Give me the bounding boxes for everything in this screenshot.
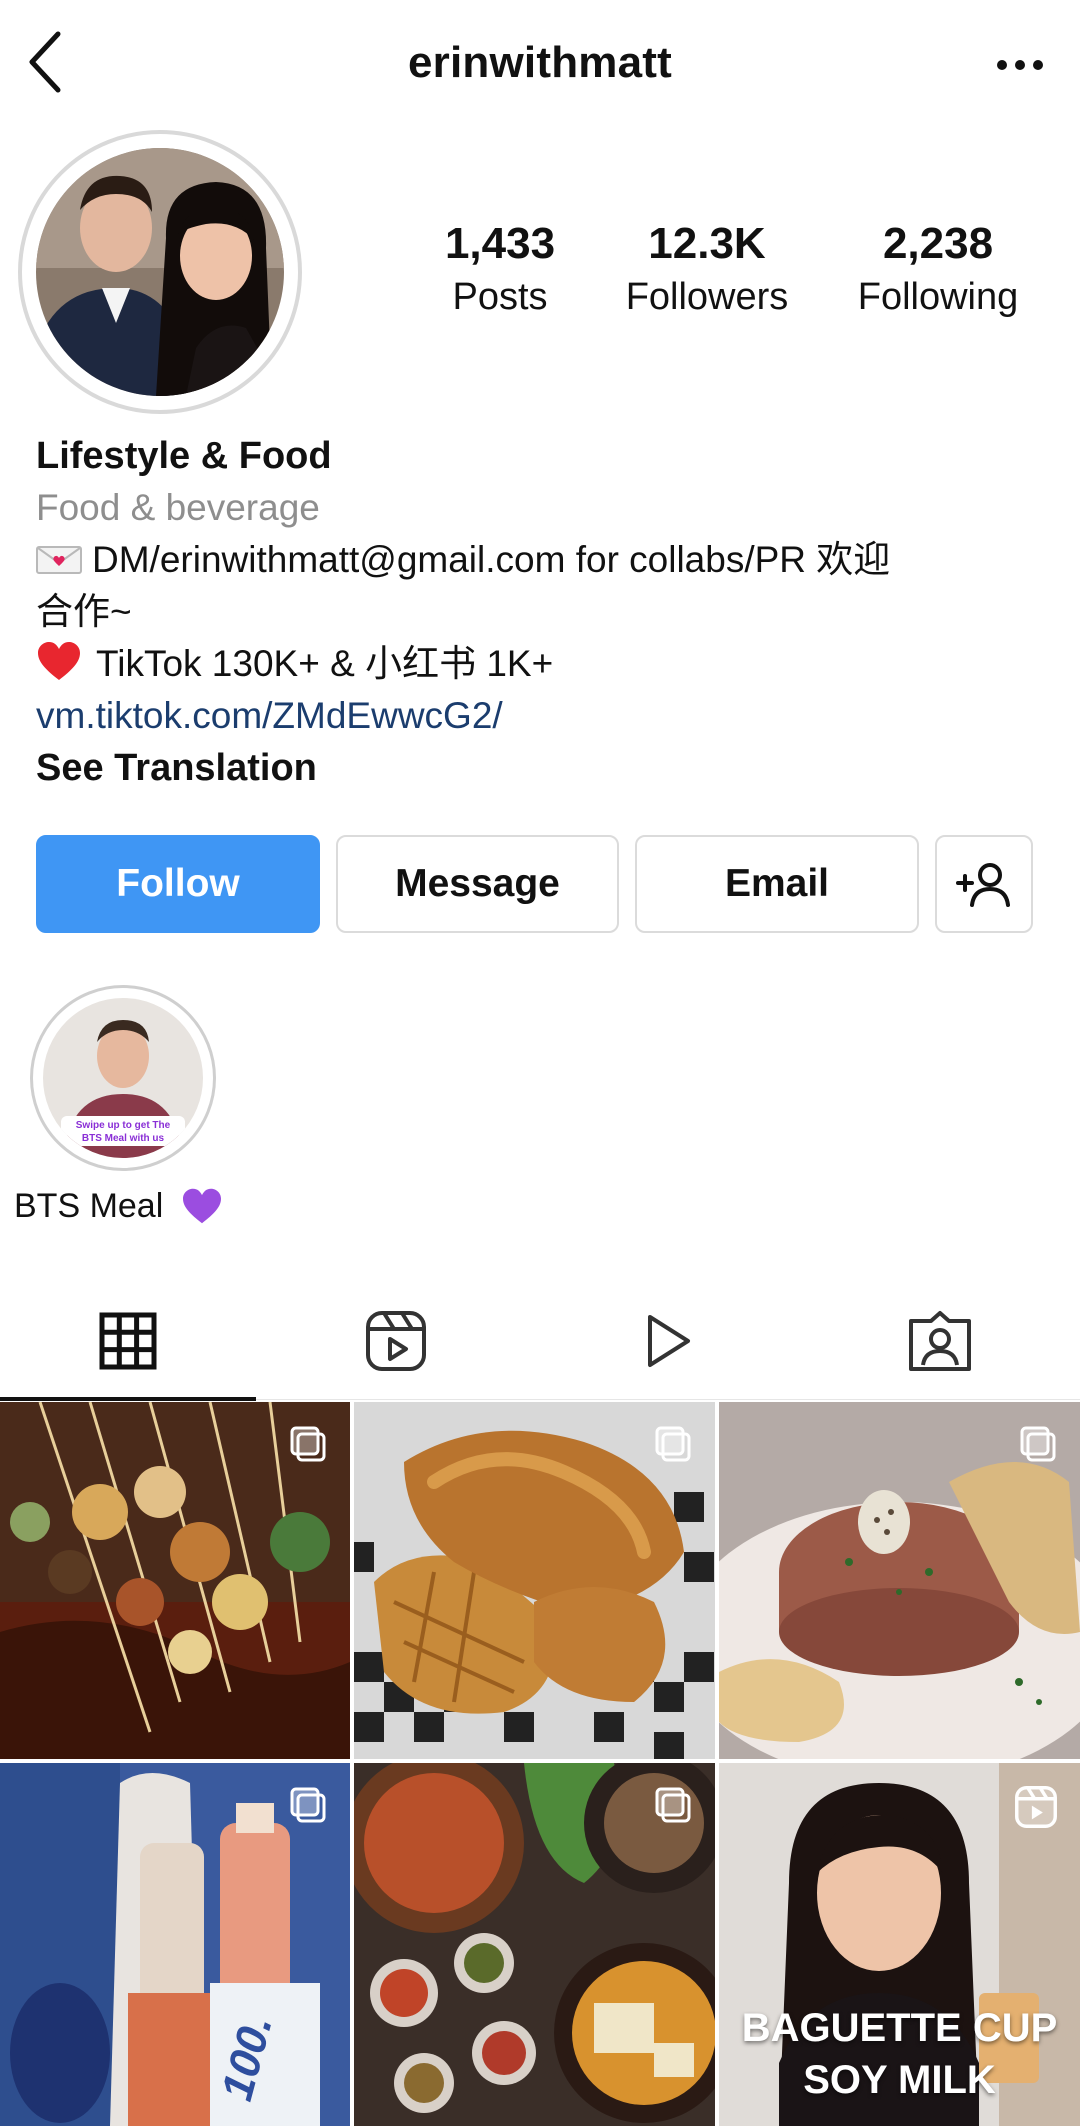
highlight-label: BTS Meal [14,1181,223,1231]
post-tile[interactable]: 100. [0,1763,350,2126]
see-translation-link[interactable]: See Translation [36,742,1046,794]
top-nav-bar: erinwithmatt [0,0,1080,130]
profile-action-buttons: Follow Message Email [36,835,1036,933]
message-button[interactable]: Message [336,835,619,933]
post-tile[interactable] [354,1763,715,2126]
bio-line-contact: DM/erinwithmatt@gmail.com for collabs/PR… [36,534,1046,586]
profile-display-name: Lifestyle & Food [36,435,332,477]
highlight-ring: Swipe up to get The BTS Meal with us [30,985,216,1171]
post-tile[interactable] [0,1402,350,1759]
tab-posts-grid[interactable] [0,1282,256,1401]
following-count: 2,238 [882,219,994,268]
bio-contact-text: DM/erinwithmatt@gmail.com for collabs/PR… [92,539,891,580]
following-label: Following [857,276,1019,318]
profile-content-tabs [0,1282,1080,1401]
more-options-button[interactable] [990,50,1050,80]
bio-line-contact-cont: 合作~ [36,591,132,632]
red-heart-icon [38,642,80,680]
tab-reels[interactable] [268,1282,524,1400]
followers-label: Followers [625,276,789,318]
followers-count: 12.3K [648,219,766,268]
highlight-label-text: BTS Meal [14,1187,164,1225]
highlight-cover: Swipe up to get The BTS Meal with us [43,998,203,1158]
multiple-photos-icon [655,1426,691,1462]
active-tab-indicator [0,1397,256,1401]
posts-stat[interactable]: 1,433 Posts [400,218,600,322]
followers-stat[interactable]: 12.3K Followers [607,218,807,322]
posts-count: 1,433 [444,219,556,268]
posts-grid: 100. BAGUETTE CUP SOY MILK [0,1402,1080,2126]
grid-icon [99,1312,157,1370]
multiple-photos-icon [655,1787,691,1823]
multiple-photos-icon [290,1426,326,1462]
reel-caption-line1: BAGUETTE CUP [741,2006,1058,2050]
profile-category: Food & beverage [36,487,320,528]
profile-bio: Lifestyle & Food Food & beverage DM/erin… [36,430,1046,794]
profile-username-title: erinwithmatt [408,38,672,87]
profile-avatar-ring[interactable] [18,130,302,414]
reels-badge-icon [1015,1786,1057,1828]
post-tile-reel[interactable]: BAGUETTE CUP SOY MILK [719,1763,1080,2126]
bio-link[interactable]: vm.tiktok.com/ZMdEwwcG2/ [36,690,1046,742]
post-tile[interactable] [354,1402,715,1759]
bio-line-social: TikTok 130K+ & 小红书 1K+ [36,638,1046,690]
following-stat[interactable]: 2,238 Following [838,218,1038,322]
multiple-photos-icon [1020,1426,1056,1462]
add-person-icon [956,863,1010,907]
tagged-icon [909,1311,971,1371]
profile-avatar [36,148,284,396]
post-tile[interactable] [719,1402,1080,1759]
tab-videos[interactable] [538,1282,794,1400]
more-horizontal-icon [997,60,1043,70]
bio-social-text: TikTok 130K+ & 小红书 1K+ [96,643,554,684]
profile-stats: 1,433 Posts 12.3K Followers 2,238 Follow… [400,218,1050,328]
video-play-icon [648,1315,690,1367]
highlight-sticker-line2: BTS Meal with us [82,1133,165,1144]
multiple-photos-icon [290,1787,326,1823]
follow-button[interactable]: Follow [36,835,320,933]
email-button[interactable]: Email [635,835,919,933]
highlight-sticker-line1: Swipe up to get The [76,1120,171,1131]
tab-tagged[interactable] [812,1282,1068,1400]
posts-label: Posts [452,276,548,318]
reels-icon [366,1311,426,1371]
love-letter-icon [36,546,82,574]
purple-heart-icon [182,1188,221,1224]
reel-caption-line2: SOY MILK [803,2058,996,2102]
suggested-accounts-button[interactable] [935,835,1033,933]
